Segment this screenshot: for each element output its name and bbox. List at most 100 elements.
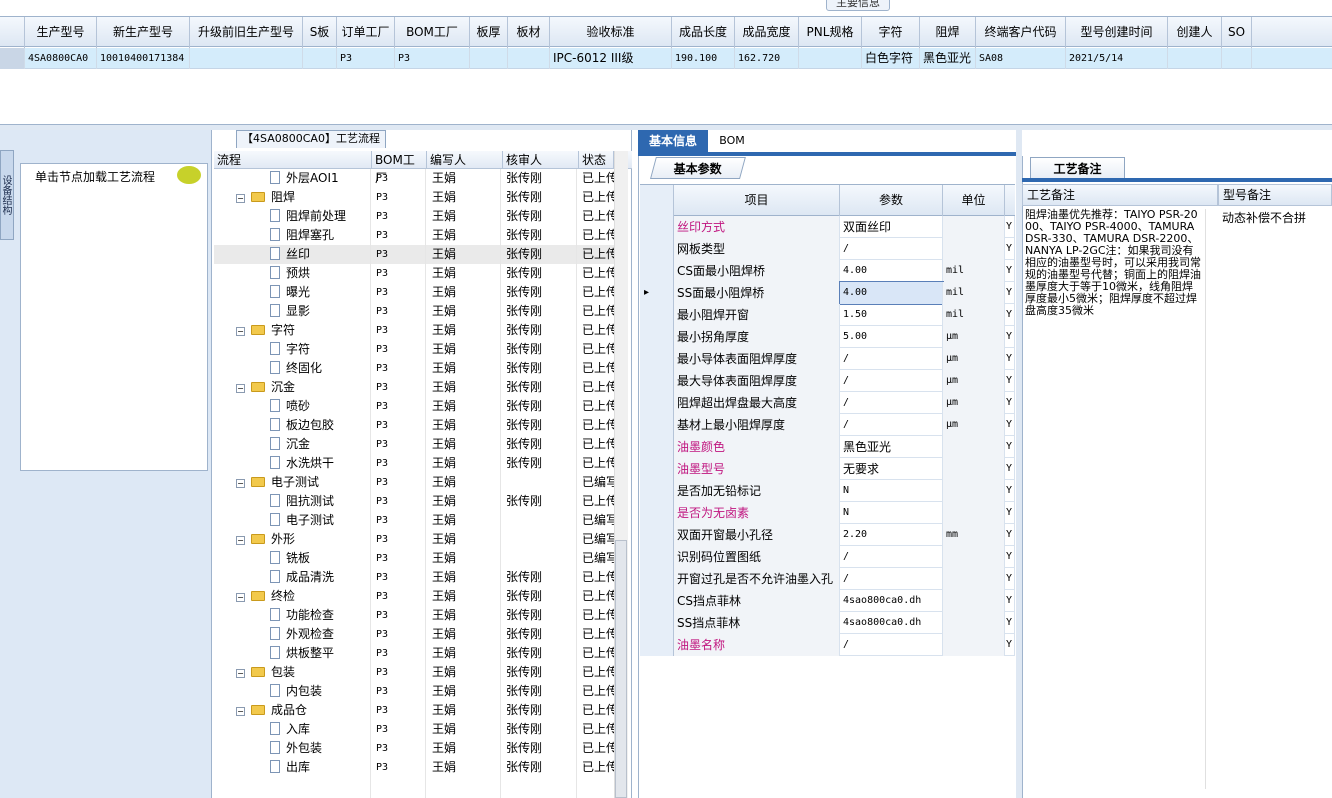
tree-node[interactable]: 字符	[214, 340, 372, 359]
main-col-header[interactable]: 板厚	[470, 17, 508, 48]
tree-row[interactable]: 电子测试 P3 王娟 已编写	[214, 511, 614, 530]
main-col-header[interactable]: 阻焊	[920, 17, 976, 48]
main-cell[interactable]	[508, 48, 550, 69]
tree-row[interactable]: 外层AOI1 P3 王娟 张传刚 已上传	[214, 169, 614, 188]
tree-row[interactable]: 阻抗测试 P3 王娟 张传刚 已上传	[214, 492, 614, 511]
main-cell[interactable]: 2021/5/14	[1066, 48, 1168, 69]
row-header[interactable]	[640, 634, 674, 656]
row-selector[interactable]	[0, 48, 25, 69]
col-value[interactable]: 参数	[840, 185, 943, 216]
tree-row[interactable]: − 终检 P3 王娟 张传刚 已上传	[214, 587, 614, 606]
tab-basic-info[interactable]: 基本信息	[638, 130, 708, 152]
collapse-toggle-icon[interactable]: −	[236, 194, 245, 203]
param-row[interactable]: 最小阻焊开窗 1.50 mil Y	[640, 304, 1015, 326]
main-col-header[interactable]: SO	[1222, 17, 1252, 48]
tree-row[interactable]: 阻焊塞孔 P3 王娟 张传刚 已上传	[214, 226, 614, 245]
tree-row[interactable]: 预烘 P3 王娟 张传刚 已上传	[214, 264, 614, 283]
param-row[interactable]: SS挡点菲林 4sao800ca0.dh Y	[640, 612, 1015, 634]
param-value[interactable]: N	[840, 480, 943, 502]
main-cell[interactable]: SA08	[976, 48, 1066, 69]
tree-row[interactable]: − 包装 P3 王娟 张传刚 已上传	[214, 663, 614, 682]
tree-row[interactable]: 出库 P3 王娟 张传刚 已上传	[214, 758, 614, 777]
tree-row[interactable]: 外观检查 P3 王娟 张传刚 已上传	[214, 625, 614, 644]
tree-row[interactable]: 丝印 P3 王娟 张传刚 已上传	[214, 245, 614, 264]
tree-row[interactable]: 入库 P3 王娟 张传刚 已上传	[214, 720, 614, 739]
row-header[interactable]	[640, 546, 674, 568]
row-header[interactable]	[640, 238, 674, 260]
param-row[interactable]: 油墨型号 无要求 Y	[640, 458, 1015, 480]
col-item[interactable]: 项目	[674, 185, 840, 216]
tree-node[interactable]: − 阻焊	[214, 188, 372, 207]
main-col-header[interactable]: 板材	[508, 17, 550, 48]
param-row[interactable]: 网板类型 / Y	[640, 238, 1015, 260]
tab-bom[interactable]: BOM	[712, 130, 752, 152]
param-value[interactable]: 2.20	[840, 524, 943, 546]
collapse-toggle-icon[interactable]: −	[236, 669, 245, 678]
tree-node[interactable]: 水洗烘干	[214, 454, 372, 473]
param-row[interactable]: 油墨名称 / Y	[640, 634, 1015, 656]
main-cell[interactable]: 162.720	[735, 48, 799, 69]
tree-row[interactable]: 铣板 P3 王娟 已编写	[214, 549, 614, 568]
tree-node[interactable]: − 外形	[214, 530, 372, 549]
tree-node[interactable]: 成品清洗	[214, 568, 372, 587]
col-model-remarks[interactable]: 型号备注	[1218, 184, 1332, 206]
row-header[interactable]	[640, 216, 674, 238]
tree-node[interactable]: − 成品仓	[214, 701, 372, 720]
row-header[interactable]	[640, 392, 674, 414]
tree-node[interactable]: 铣板	[214, 549, 372, 568]
param-value[interactable]: /	[840, 568, 943, 590]
tree-row[interactable]: − 沉金 P3 王娟 张传刚 已上传	[214, 378, 614, 397]
tree-node[interactable]: 沉金	[214, 435, 372, 454]
col-unit[interactable]: 单位	[943, 185, 1005, 216]
param-row[interactable]: 阻焊超出焊盘最大高度 / μm Y	[640, 392, 1015, 414]
tab-basic-params[interactable]: 基本参数	[650, 157, 746, 179]
main-col-header[interactable]: 创建人	[1168, 17, 1222, 48]
param-row[interactable]: 基材上最小阻焊厚度 / μm Y	[640, 414, 1015, 436]
param-value[interactable]: 黑色亚光	[840, 436, 943, 458]
param-row[interactable]: ▸ SS面最小阻焊桥 4.00 mil Y	[640, 281, 1015, 305]
tree-node[interactable]: 阻焊塞孔	[214, 226, 372, 245]
param-value[interactable]: /	[840, 414, 943, 436]
tree-row[interactable]: 功能检查 P3 王娟 张传刚 已上传	[214, 606, 614, 625]
tree-node[interactable]: 外观检查	[214, 625, 372, 644]
main-cell[interactable]	[303, 48, 337, 69]
main-col-header[interactable]: 型号创建时间	[1066, 17, 1168, 48]
tree-row[interactable]: 板边包胶 P3 王娟 张传刚 已上传	[214, 416, 614, 435]
col-reviewer[interactable]: 核审人	[503, 151, 579, 169]
param-value[interactable]: /	[840, 370, 943, 392]
row-header[interactable]	[640, 524, 674, 546]
tree-node[interactable]: 曝光	[214, 283, 372, 302]
param-value[interactable]: N	[840, 502, 943, 524]
tree-node[interactable]: − 沉金	[214, 378, 372, 397]
collapse-toggle-icon[interactable]: −	[236, 593, 245, 602]
param-value[interactable]: 4sao800ca0.dh	[840, 590, 943, 612]
row-header[interactable]	[640, 304, 674, 326]
main-col-header[interactable]: 订单工厂	[337, 17, 395, 48]
param-row[interactable]: 双面开窗最小孔径 2.20 mm Y	[640, 524, 1015, 546]
main-cell[interactable]	[1222, 48, 1252, 69]
param-value[interactable]: 4.00	[839, 281, 944, 305]
main-cell[interactable]: IPC-6012 III级	[550, 48, 672, 69]
param-value[interactable]: /	[840, 238, 943, 260]
tree-node[interactable]: 入库	[214, 720, 372, 739]
param-row[interactable]: 是否为无卤素 N Y	[640, 502, 1015, 524]
tree-node[interactable]: 丝印	[214, 245, 372, 264]
tree-row[interactable]: − 字符 P3 王娟 张传刚 已上传	[214, 321, 614, 340]
main-col-header[interactable]: 成品宽度	[735, 17, 799, 48]
tree-row[interactable]: − 成品仓 P3 王娟 张传刚 已上传	[214, 701, 614, 720]
main-col-header[interactable]: 新生产型号	[97, 17, 190, 48]
tree-row[interactable]: 显影 P3 王娟 张传刚 已上传	[214, 302, 614, 321]
tree-row[interactable]: 水洗烘干 P3 王娟 张传刚 已上传	[214, 454, 614, 473]
main-col-header[interactable]: 字符	[862, 17, 920, 48]
tree-node[interactable]: 外层AOI1	[214, 169, 372, 188]
row-header[interactable]	[640, 436, 674, 458]
tree-node[interactable]: − 包装	[214, 663, 372, 682]
remarks-scrollbar[interactable]	[1205, 209, 1217, 789]
collapse-toggle-icon[interactable]: −	[236, 327, 245, 336]
main-cell[interactable]: P3	[395, 48, 470, 69]
collapse-toggle-icon[interactable]: −	[236, 536, 245, 545]
main-cell[interactable]: 10010400171384	[97, 48, 190, 69]
tree-row[interactable]: 成品清洗 P3 王娟 张传刚 已上传	[214, 568, 614, 587]
col-process-remarks[interactable]: 工艺备注	[1022, 184, 1218, 206]
main-col-header[interactable]: S板	[303, 17, 337, 48]
